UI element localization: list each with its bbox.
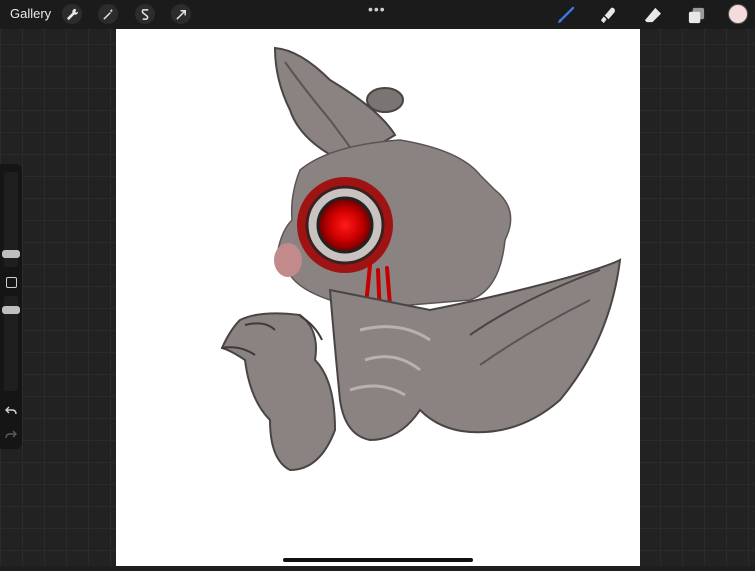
redo-icon[interactable] <box>4 428 18 442</box>
magic-wand-icon[interactable] <box>98 4 118 24</box>
color-picker-swatch[interactable] <box>728 4 748 24</box>
transform-arrow-icon[interactable] <box>171 4 191 24</box>
undo-icon[interactable] <box>4 404 18 418</box>
drawing-canvas[interactable] <box>116 29 640 566</box>
home-indicator[interactable] <box>283 558 473 562</box>
more-options-button[interactable]: ••• <box>368 1 386 17</box>
modify-button[interactable] <box>6 277 17 288</box>
layers-icon[interactable] <box>685 4 707 26</box>
top-toolbar: Gallery ••• <box>0 0 755 29</box>
selection-icon[interactable] <box>135 4 155 24</box>
rabbit-artwork <box>220 46 622 472</box>
gallery-button[interactable]: Gallery <box>10 6 51 21</box>
brush-size-thumb[interactable] <box>2 250 20 258</box>
opacity-thumb[interactable] <box>2 306 20 314</box>
smudge-icon[interactable] <box>597 4 619 26</box>
brush-icon[interactable] <box>554 4 576 26</box>
eraser-icon[interactable] <box>641 4 663 26</box>
left-sidebar <box>0 164 22 449</box>
wrench-icon[interactable] <box>62 4 82 24</box>
